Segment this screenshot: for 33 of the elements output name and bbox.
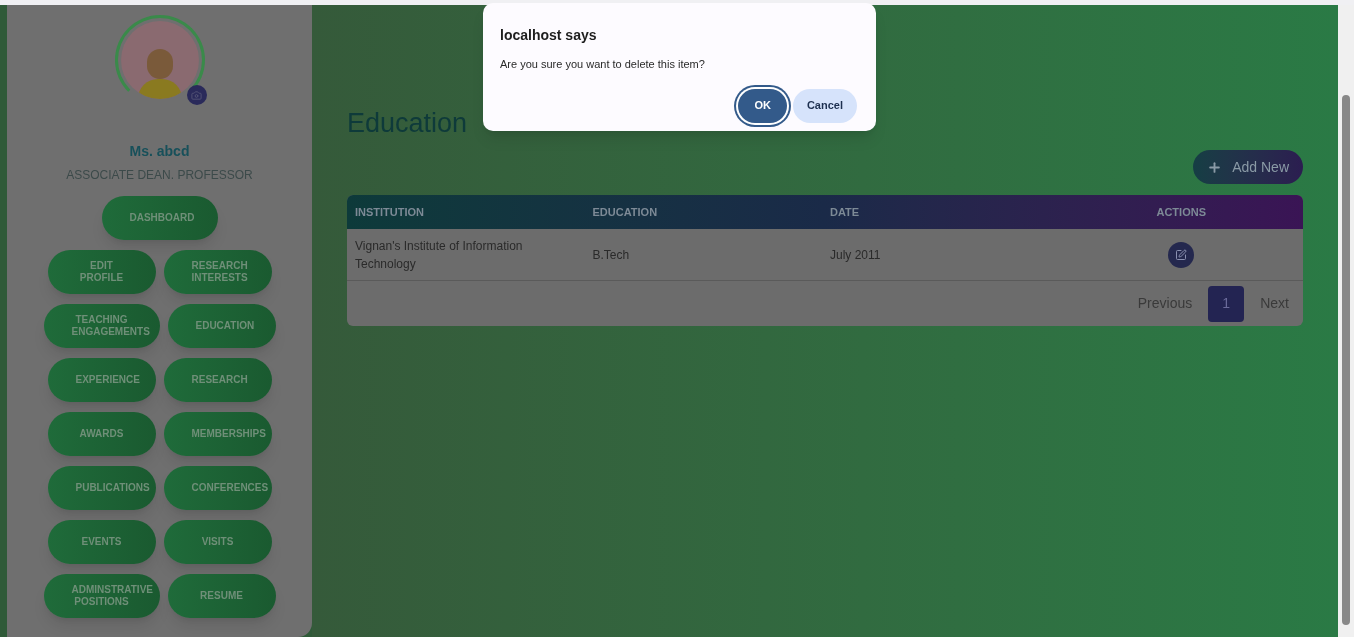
pencil-square-icon [1175, 248, 1188, 261]
nav-button[interactable]: EVENTS [47, 520, 156, 564]
dialog-message: Are you sure you want to delete this item? [500, 57, 706, 72]
nav-button[interactable]: ADMINSTRATIVE POSITIONS [43, 574, 160, 618]
edit-button[interactable] [1168, 241, 1195, 268]
add-new-button[interactable]: Add New [1193, 150, 1303, 184]
nav-button[interactable]: RESEARCH [163, 358, 272, 402]
nav-button[interactable]: AWARDS [47, 412, 156, 456]
nav-button[interactable]: TEACHING ENGAGEMENTS [43, 304, 160, 348]
nav-button[interactable]: EDUCATION [167, 304, 276, 348]
cancel-button[interactable]: Cancel [792, 88, 857, 123]
dialog-title: localhost says [500, 26, 598, 45]
nav-button[interactable]: MEMBERSHIPS [163, 412, 272, 456]
column-header: DATE [829, 204, 861, 220]
nav-button[interactable]: RESEARCH INTERESTS [163, 250, 272, 294]
nav-button[interactable]: RESUME [167, 574, 276, 618]
plus-icon [1207, 159, 1223, 175]
table-cell-text: Vignan's Institute of Information Technology [355, 237, 524, 273]
column-header: INSTITUTION [354, 204, 426, 220]
page-button[interactable]: 1 [1208, 285, 1245, 322]
column-header: EDUCATION [591, 204, 659, 220]
nav-button[interactable]: EDIT PROFILE [47, 250, 156, 294]
nav-button[interactable]: VISITS [163, 520, 272, 564]
nav-button[interactable]: DASHBOARD [101, 196, 218, 240]
nav-button[interactable]: CONFERENCES [163, 466, 272, 510]
table-cell-text: B.Tech [592, 246, 630, 264]
column-header: ACTIONS [1155, 204, 1207, 220]
camera-icon[interactable] [186, 85, 207, 105]
nav-button[interactable]: EXPERIENCE [47, 358, 156, 402]
scrollbar[interactable] [1338, 5, 1354, 637]
table-cell-text: July 2011 [830, 246, 881, 264]
nav-button[interactable]: PUBLICATIONS [47, 466, 156, 510]
profile-name: Ms. abcd [129, 142, 190, 161]
